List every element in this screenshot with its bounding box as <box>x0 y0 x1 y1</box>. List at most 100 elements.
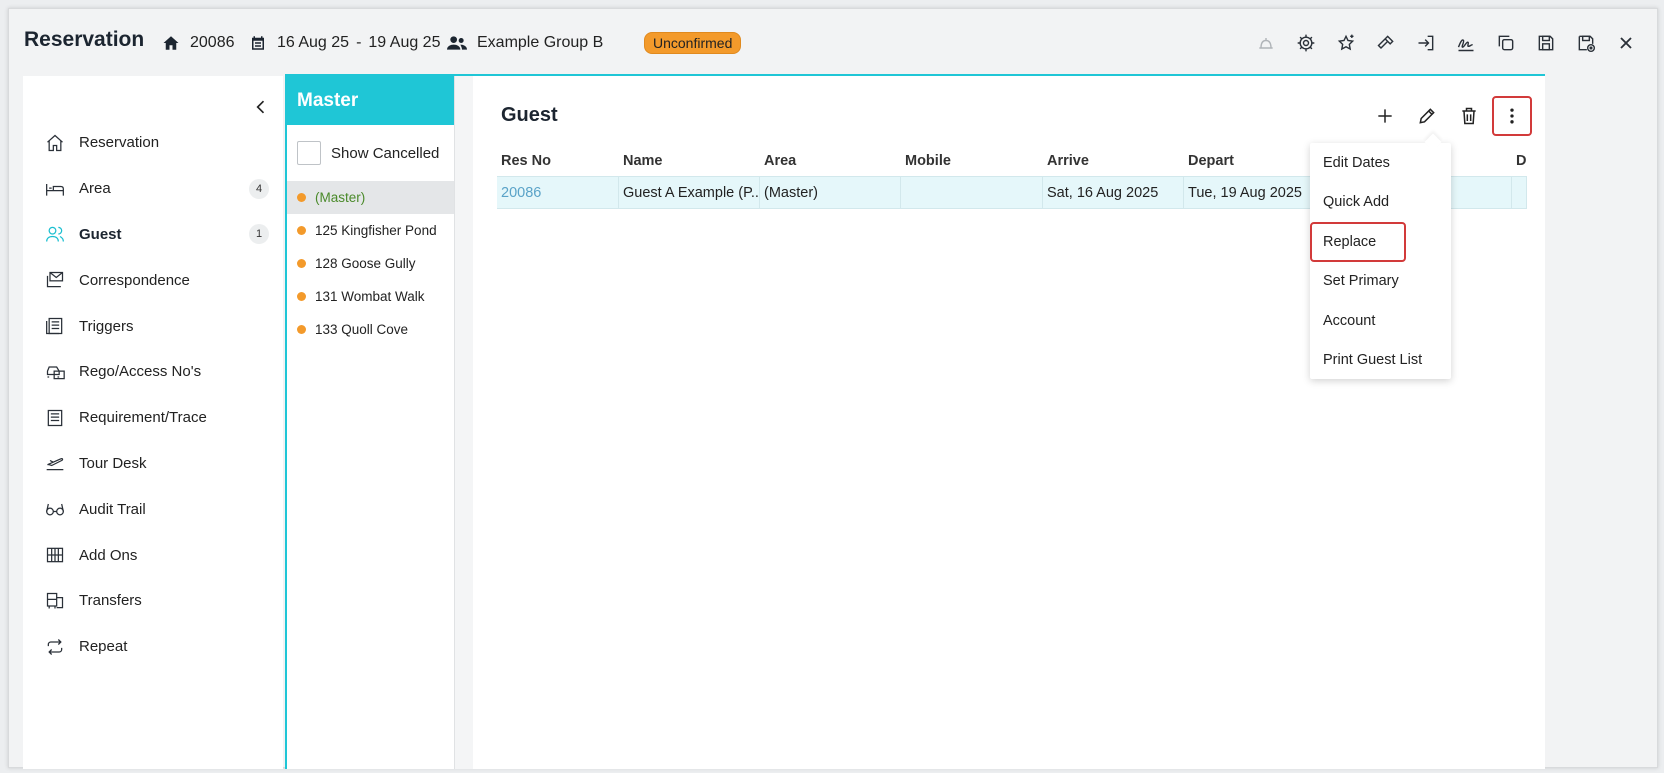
area-item[interactable]: 125 Kingfisher Pond <box>287 214 454 247</box>
column-header[interactable]: Depart <box>1184 153 1325 169</box>
edit-guest-button[interactable] <box>1406 96 1448 136</box>
sidebar-item-tour-desk[interactable]: Tour Desk <box>23 441 283 487</box>
date-to: 19 Aug 25 <box>368 34 441 51</box>
show-cancelled-toggle[interactable]: Show Cancelled <box>287 125 454 181</box>
group-name-value: Example Group B <box>477 34 604 51</box>
sidebar-item-add-ons[interactable]: Add Ons <box>23 532 283 578</box>
settings-button[interactable] <box>1286 29 1326 57</box>
area-item[interactable]: 131 Wombat Walk <box>287 280 454 313</box>
copy-button[interactable] <box>1486 29 1526 57</box>
more-options-menu: Edit Dates Quick Add Replace Set Primary… <box>1310 143 1451 379</box>
column-header[interactable]: Arrive <box>1043 153 1184 169</box>
table-cell: Sat, 16 Aug 2025 <box>1043 177 1184 208</box>
date-from: 16 Aug 25 <box>277 34 350 51</box>
area-item-label: (Master) <box>315 190 366 205</box>
plane-icon <box>46 458 64 471</box>
menu-item-edit-dates[interactable]: Edit Dates <box>1310 143 1451 183</box>
menu-item-account[interactable]: Account <box>1310 301 1451 341</box>
chevron-left-icon <box>256 100 265 114</box>
copy-icon <box>1498 35 1514 51</box>
trash-icon <box>1462 107 1476 125</box>
close-button[interactable] <box>1606 29 1646 57</box>
show-cancelled-checkbox[interactable] <box>297 141 321 165</box>
sidebar-item-audit-trail[interactable]: Audit Trail <box>23 486 283 532</box>
sidebar: Reservation Area 4 Guest 1 Correspondenc… <box>23 76 283 769</box>
signature-icon <box>1457 39 1474 52</box>
column-header[interactable]: Area <box>760 153 901 169</box>
calendar-icon <box>252 36 264 50</box>
sidebar-item-label: Requirement/Trace <box>79 409 207 427</box>
menu-item-replace[interactable]: Replace <box>1310 222 1406 262</box>
more-vertical-icon <box>1510 108 1514 124</box>
sidebar-item-transfers[interactable]: Transfers <box>23 578 283 624</box>
save-button[interactable] <box>1526 29 1566 57</box>
delete-guest-button[interactable] <box>1448 96 1490 136</box>
more-options-button[interactable] <box>1492 96 1532 136</box>
toolbar <box>1246 29 1646 57</box>
res-no-value: 20086 <box>190 34 235 51</box>
group-name: Example Group B <box>447 31 603 55</box>
plus-icon <box>1378 109 1392 123</box>
menu-item-quick-add[interactable]: Quick Add <box>1310 183 1451 223</box>
document-icon <box>46 317 63 335</box>
bell-button[interactable] <box>1246 29 1286 57</box>
area-list: (Master) 125 Kingfisher Pond 128 Goose G… <box>287 181 454 769</box>
column-header[interactable]: Name <box>619 153 760 169</box>
special-button[interactable] <box>1326 29 1366 57</box>
add-guest-button[interactable] <box>1364 96 1406 136</box>
save-close-button[interactable] <box>1566 29 1606 57</box>
sidebar-item-requirement[interactable]: Requirement/Trace <box>23 395 283 441</box>
menu-item-print-guest-list[interactable]: Print Guest List <box>1310 341 1451 381</box>
menu-item-set-primary[interactable]: Set Primary <box>1310 262 1451 302</box>
users-icon <box>46 227 64 243</box>
sidebar-nav: Reservation Area 4 Guest 1 Correspondenc… <box>23 120 283 670</box>
area-item[interactable]: 133 Quoll Cove <box>287 313 454 346</box>
sidebar-item-label: Rego/Access No's <box>79 363 202 381</box>
sidebar-item-label: Correspondence <box>79 271 190 289</box>
sidebar-item-guest[interactable]: Guest 1 <box>23 212 283 258</box>
close-icon <box>1620 37 1632 49</box>
column-header[interactable]: Mobile <box>901 153 1043 169</box>
status-dot <box>297 259 306 268</box>
area-item-master[interactable]: (Master) <box>287 181 454 214</box>
list-icon <box>47 409 63 426</box>
area-item[interactable]: 128 Goose Gully <box>287 247 454 280</box>
sidebar-item-reservation[interactable]: Reservation <box>23 120 283 166</box>
table-cell <box>1512 177 1527 208</box>
area-panel-title: Master <box>287 76 454 125</box>
maintenance-button[interactable] <box>1366 29 1406 57</box>
car-icon <box>46 366 65 380</box>
home-icon <box>47 134 63 152</box>
date-separator: - <box>356 34 362 51</box>
header: Reservation 20086 16 Aug 25 - 19 Aug 25 … <box>9 9 1657 77</box>
collapse-sidebar-button[interactable] <box>251 97 271 117</box>
res-no-link[interactable]: 20086 <box>497 177 619 208</box>
sidebar-item-label: Add Ons <box>79 546 138 564</box>
home-icon <box>163 36 179 50</box>
sidebar-item-area[interactable]: Area 4 <box>23 166 283 212</box>
signature-button[interactable] <box>1446 29 1486 57</box>
sidebar-item-label: Transfers <box>79 592 142 610</box>
sidebar-item-label: Area <box>79 180 111 198</box>
mail-stack-icon <box>46 272 64 288</box>
show-cancelled-label: Show Cancelled <box>331 144 440 162</box>
column-header[interactable]: Res No <box>497 153 619 169</box>
users-icon <box>447 36 467 50</box>
sidebar-item-rego[interactable]: Rego/Access No's <box>23 349 283 395</box>
sidebar-item-repeat[interactable]: Repeat <box>23 624 283 670</box>
sidebar-item-correspondence[interactable]: Correspondence <box>23 257 283 303</box>
column-header[interactable]: D <box>1512 153 1527 169</box>
status-dot <box>297 193 306 202</box>
save-close-icon <box>1578 35 1596 53</box>
sidebar-item-label: Guest <box>79 225 122 243</box>
sidebar-item-label: Tour Desk <box>79 454 147 472</box>
status-dot <box>297 226 306 235</box>
area-item-label: 125 Kingfisher Pond <box>315 223 437 238</box>
guest-title: Guest <box>501 104 558 126</box>
sidebar-item-label: Audit Trail <box>79 500 146 518</box>
abacus-icon <box>46 547 64 563</box>
table-cell: Tue, 19 Aug 2025 <box>1184 177 1325 208</box>
check-in-button[interactable] <box>1406 29 1446 57</box>
sidebar-item-label: Repeat <box>79 638 128 656</box>
sidebar-item-triggers[interactable]: Triggers <box>23 303 283 349</box>
